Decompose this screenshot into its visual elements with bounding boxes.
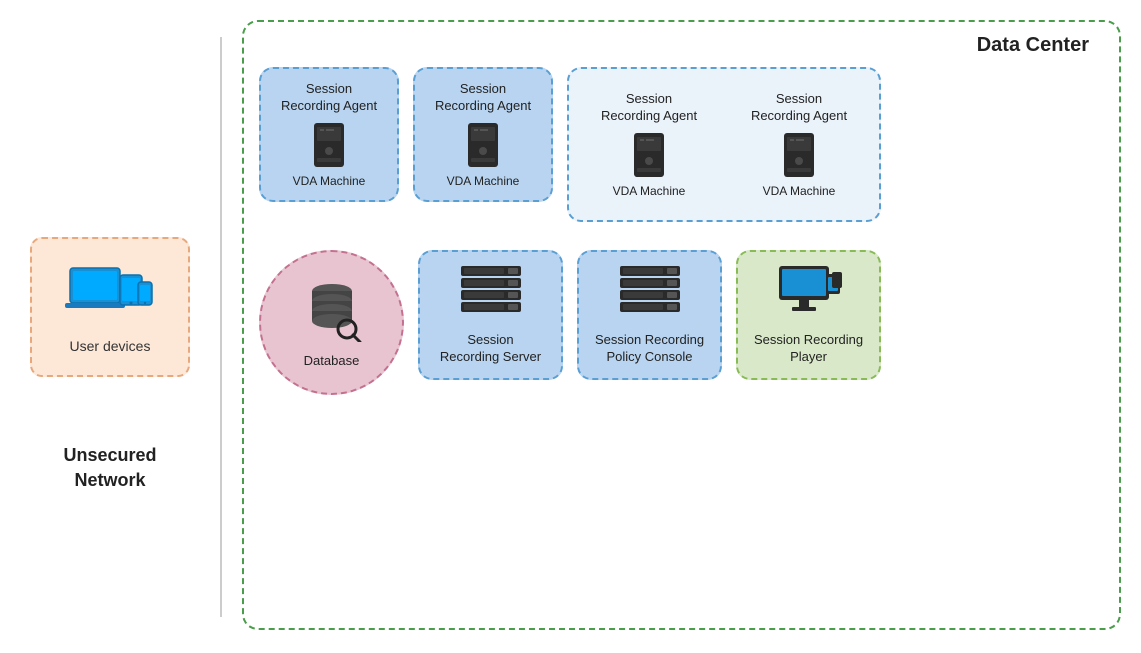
user-devices-label: User devices — [70, 338, 151, 354]
agent-3-vda: VDA Machine — [613, 184, 686, 198]
session-recording-player-label: Session Recording Player — [754, 332, 863, 366]
user-devices-box: User devices — [30, 237, 190, 377]
vda-agent-1: Session Recording Agent VDA Machine — [259, 67, 399, 202]
player-icon — [774, 264, 844, 324]
unsecured-network-label: Unsecured Network — [0, 443, 220, 493]
devices-icon — [65, 260, 155, 330]
policy-server-icon — [615, 264, 685, 324]
vda-agent-3: Session Recording Agent VDA Ma — [579, 79, 719, 210]
agent-1-title: Session Recording Agent — [281, 81, 377, 115]
data-center-title: Data Center — [977, 34, 1089, 57]
unsecured-network-text: Unsecured Network — [63, 445, 156, 490]
tower-icon-4 — [780, 131, 818, 184]
session-recording-server-box: Session Recording Server — [418, 250, 563, 380]
agent-3-title: Session Recording Agent — [601, 91, 697, 125]
agent-2-vda: VDA Machine — [447, 174, 520, 188]
agent-group-3-4: Session Recording Agent VDA Ma — [567, 67, 881, 222]
database-label: Database — [304, 353, 360, 368]
database-box: Database — [259, 250, 404, 395]
main-container: User devices Unsecured Network Data Cent… — [0, 0, 1141, 653]
tower-icon-2 — [464, 121, 502, 174]
tower-icon-1 — [310, 121, 348, 174]
vda-agent-2: Session Recording Agent VDA Machine — [413, 67, 553, 202]
top-row: Session Recording Agent VDA Machine — [259, 67, 1104, 222]
session-recording-policy-label: Session Recording Policy Console — [595, 332, 704, 366]
server-icon — [456, 264, 526, 324]
vda-agent-4: Session Recording Agent VDA Ma — [729, 79, 869, 210]
agent-4-vda: VDA Machine — [763, 184, 836, 198]
agent-4-title: Session Recording Agent — [751, 91, 847, 125]
database-icon — [297, 277, 367, 347]
agent-1-vda: VDA Machine — [293, 174, 366, 188]
agent-2-title: Session Recording Agent — [435, 81, 531, 115]
right-panel: Data Center Session Recording Agent — [222, 0, 1141, 653]
session-recording-policy-box: Session Recording Policy Console — [577, 250, 722, 380]
tower-icon-3 — [630, 131, 668, 184]
session-recording-server-label: Session Recording Server — [440, 332, 541, 366]
bottom-row: Database — [259, 250, 1104, 395]
session-recording-player-box: Session Recording Player — [736, 250, 881, 380]
left-panel: User devices Unsecured Network — [0, 0, 220, 653]
data-center-box: Data Center Session Recording Agent — [242, 20, 1121, 630]
